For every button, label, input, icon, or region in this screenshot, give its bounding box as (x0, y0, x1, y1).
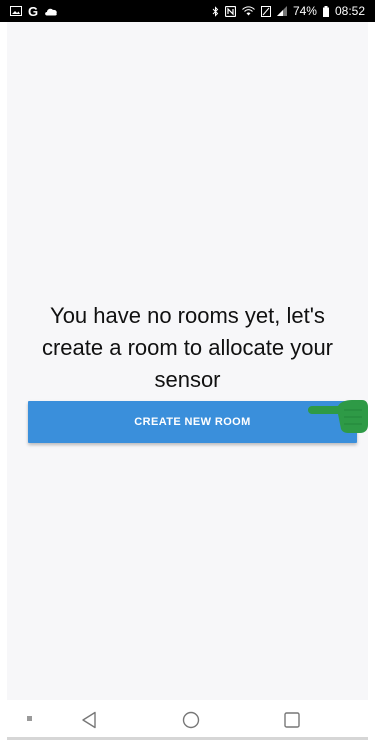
status-bar-right: 74% 08:52 (212, 4, 365, 18)
back-icon (82, 711, 96, 729)
app-screen: G 74% 08:52 You have no rooms yet, let's… (0, 0, 375, 747)
main-content: You have no rooms yet, let's create a ro… (7, 22, 368, 700)
navigation-bar (7, 700, 368, 740)
status-bar: G 74% 08:52 (0, 0, 375, 22)
google-icon: G (28, 3, 39, 19)
battery-percent: 74% (292, 4, 317, 18)
clock: 08:52 (334, 4, 365, 18)
home-icon (182, 711, 200, 729)
empty-state-message: You have no rooms yet, let's create a ro… (41, 303, 334, 392)
back-button[interactable] (77, 708, 101, 732)
home-button[interactable] (179, 708, 203, 732)
pointing-hand-icon (308, 400, 368, 433)
battery-icon (322, 5, 329, 17)
gallery-icon (10, 6, 22, 16)
wifi-icon (242, 6, 255, 16)
recents-dot-icon (27, 716, 32, 721)
signal-icon (276, 6, 287, 16)
bluetooth-icon (212, 5, 219, 17)
cloud-icon (44, 7, 58, 16)
overview-icon (284, 712, 300, 728)
status-bar-left: G (10, 4, 58, 19)
overview-button[interactable] (280, 708, 304, 732)
data-saver-icon (260, 5, 271, 17)
nfc-icon (224, 5, 236, 17)
